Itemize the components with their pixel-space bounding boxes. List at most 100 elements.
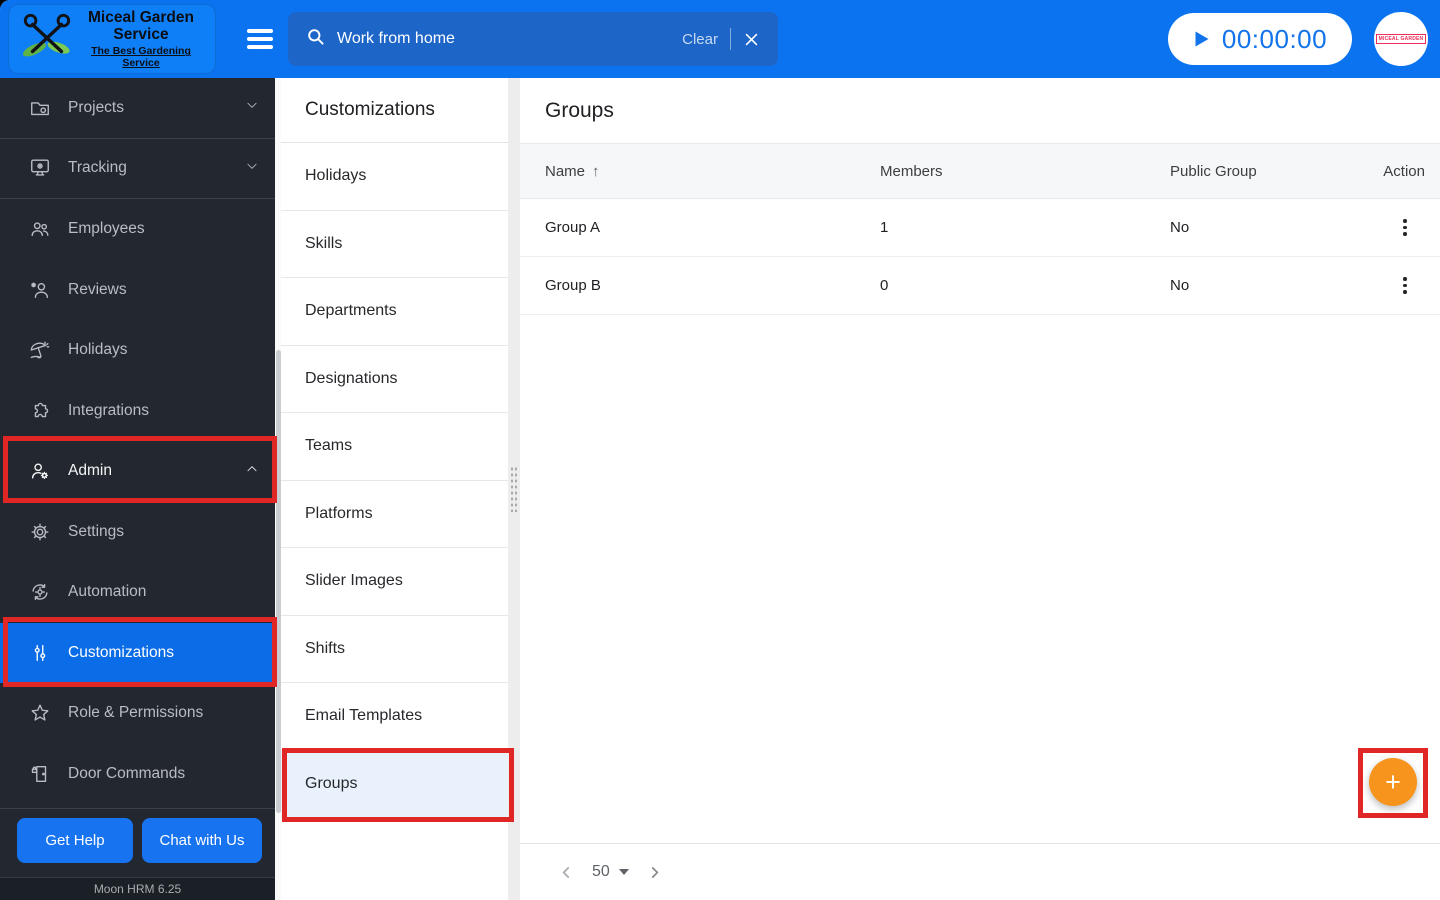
reviews-icon xyxy=(28,278,52,302)
page-size-value: 50 xyxy=(592,863,610,880)
sidebar-item-door-commands[interactable]: Door Commands xyxy=(0,744,275,805)
public-group-cell: No xyxy=(1170,277,1190,294)
next-page-icon[interactable] xyxy=(646,864,663,881)
splitter-drag-handle[interactable] xyxy=(510,466,518,512)
holidays-icon xyxy=(28,338,52,362)
table-header: Name ↑ Members Public Group Action xyxy=(520,143,1440,199)
company-tagline: The Best Gardening Service xyxy=(91,45,191,70)
members-cell: 0 xyxy=(880,277,889,294)
chat-with-us-button[interactable]: Chat with Us xyxy=(142,818,262,863)
get-help-button[interactable]: Get Help xyxy=(17,818,133,863)
sidebar-item-settings[interactable]: Settings xyxy=(0,502,275,563)
company-name: Miceal Garden Service xyxy=(88,8,194,43)
customizations-item-shifts[interactable]: Shifts xyxy=(281,616,508,683)
folder-icon xyxy=(28,96,52,120)
settings-icon xyxy=(28,520,52,544)
members-cell: 1 xyxy=(880,219,889,236)
search-clear-button[interactable]: Clear xyxy=(682,31,718,48)
sidebar-item-integrations[interactable]: Integrations xyxy=(0,381,275,442)
sidebar-item-employees[interactable]: Employees xyxy=(0,199,275,260)
timer-value: 00:00:00 xyxy=(1221,23,1328,54)
chevron-down-icon xyxy=(245,98,259,117)
sidebar-item-holidays[interactable]: Holidays xyxy=(0,320,275,381)
customizations-item-email-templates[interactable]: Email Templates xyxy=(281,683,508,751)
role-permissions-icon xyxy=(28,701,52,725)
scissors-logo-icon xyxy=(19,10,75,69)
customizations-panel-title: Customizations xyxy=(281,78,508,143)
customizations-item-designations[interactable]: Designations xyxy=(281,346,508,413)
sidebar-item-automation[interactable]: Automation xyxy=(0,562,275,623)
panel-splitter xyxy=(508,78,520,900)
logo-text: Miceal Garden Service The Best Gardening… xyxy=(75,9,207,70)
table-row: Group B 0 No xyxy=(520,257,1440,315)
row-actions-menu-icon[interactable] xyxy=(1399,215,1411,240)
public-group-cell: No xyxy=(1170,219,1190,236)
customizations-item-teams[interactable]: Teams xyxy=(281,413,508,481)
sidebar-item-label: Role & Permissions xyxy=(68,704,204,722)
avatar-logo-text: MICEAL GARDEN xyxy=(1375,34,1427,44)
integrations-icon xyxy=(28,399,52,423)
sidebar-item-label: Settings xyxy=(68,522,125,540)
sidebar-scrollbar-thumb[interactable] xyxy=(275,350,281,813)
group-name-cell: Group B xyxy=(545,277,601,294)
sidebar-item-role-permissions[interactable]: Role & Permissions xyxy=(0,683,275,744)
sidebar-item-label: Customizations xyxy=(68,643,174,661)
timer-start-button[interactable]: 00:00:00 xyxy=(1168,13,1352,65)
sidebar-item-reviews[interactable]: Reviews xyxy=(0,260,275,321)
monitor-icon xyxy=(28,156,52,180)
column-header-name[interactable]: Name ↑ xyxy=(520,163,880,180)
sidebar-item-projects[interactable]: Projects xyxy=(0,78,275,139)
app-logo[interactable]: Miceal Garden Service The Best Gardening… xyxy=(8,4,216,74)
sidebar-item-admin[interactable]: Admin xyxy=(0,441,275,502)
sidebar-item-label: Holidays xyxy=(68,341,128,359)
pagination-bar: 50 xyxy=(520,843,1440,900)
search-separator xyxy=(730,28,731,50)
search-value: Work from home xyxy=(337,30,455,47)
chevron-down-icon xyxy=(245,159,259,178)
customizations-item-skills[interactable]: Skills xyxy=(281,211,508,278)
sort-ascending-icon: ↑ xyxy=(592,162,600,180)
sidebar-item-label: Projects xyxy=(68,98,124,116)
group-name-cell: Group A xyxy=(545,219,601,236)
automation-icon xyxy=(28,580,52,604)
page-size-dropdown[interactable]: 50 xyxy=(592,863,629,881)
sidebar-item-label: Tracking xyxy=(68,159,127,177)
app-version: Moon HRM 6.25 xyxy=(0,877,275,900)
sidebar-item-customizations[interactable]: Customizations xyxy=(0,622,275,683)
customizations-item-groups[interactable]: Groups xyxy=(281,750,508,818)
search-close-icon[interactable] xyxy=(743,31,760,48)
moon-hrm-app: Miceal Garden Service The Best Gardening… xyxy=(0,0,1440,900)
search-input[interactable]: Work from home Clear xyxy=(288,12,778,66)
user-avatar[interactable]: MICEAL GARDEN xyxy=(1374,12,1428,66)
row-actions-menu-icon[interactable] xyxy=(1399,273,1411,298)
groups-main-panel: Groups Name ↑ Members Public Group Actio… xyxy=(520,78,1440,900)
customizations-item-platforms[interactable]: Platforms xyxy=(281,481,508,548)
door-commands-icon xyxy=(28,762,52,786)
customizations-panel: Customizations Holidays Skills Departmen… xyxy=(281,78,508,900)
column-header-members: Members xyxy=(880,162,943,180)
customizations-item-slider-images[interactable]: Slider Images xyxy=(281,548,508,616)
column-header-public-group: Public Group xyxy=(1170,162,1257,180)
employees-icon xyxy=(28,217,52,241)
column-header-action: Action xyxy=(1383,162,1425,180)
sidebar-item-label: Admin xyxy=(68,462,112,480)
admin-icon xyxy=(28,459,52,483)
customizations-item-departments[interactable]: Departments xyxy=(281,278,508,346)
sidebar-item-label: Employees xyxy=(68,220,145,238)
previous-page-icon[interactable] xyxy=(558,864,575,881)
hamburger-menu-icon[interactable] xyxy=(247,29,273,49)
add-group-button[interactable]: + xyxy=(1369,758,1417,806)
table-row: Group A 1 No xyxy=(520,199,1440,257)
top-bar: Miceal Garden Service The Best Gardening… xyxy=(0,0,1440,78)
customizations-icon xyxy=(28,641,52,665)
sidebar-item-label: Automation xyxy=(68,583,147,601)
sidebar-footer-divider xyxy=(0,808,275,809)
sidebar-item-label: Reviews xyxy=(68,280,127,298)
chevron-up-icon xyxy=(245,462,259,481)
sidebar-item-tracking[interactable]: Tracking xyxy=(0,139,275,199)
dropdown-caret-icon xyxy=(618,869,629,875)
play-icon xyxy=(1193,30,1210,48)
customizations-item-holidays[interactable]: Holidays xyxy=(281,143,508,211)
sidebar-item-label: Integrations xyxy=(68,401,149,419)
search-icon xyxy=(306,27,325,51)
